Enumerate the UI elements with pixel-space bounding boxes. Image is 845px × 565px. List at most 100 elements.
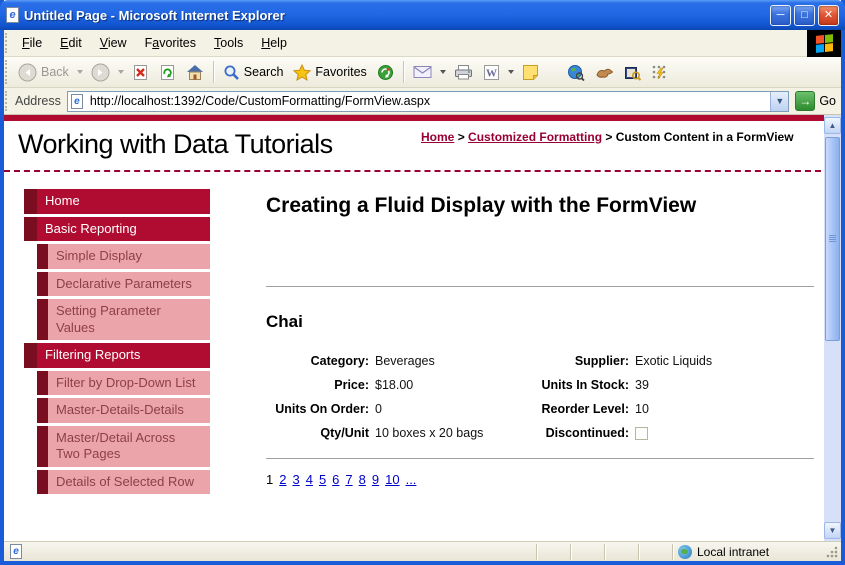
menu-item[interactable]: Edit — [51, 30, 91, 56]
sidebar-item-label: Setting Parameter Values — [48, 299, 210, 340]
menu-item[interactable]: View — [91, 30, 136, 56]
back-button[interactable]: Back — [13, 61, 74, 84]
minimize-button[interactable]: ─ — [770, 5, 791, 26]
history-button[interactable] — [372, 62, 399, 83]
forward-button[interactable] — [86, 61, 115, 84]
research-button[interactable] — [619, 62, 646, 83]
edit-with-word-button[interactable]: W — [478, 62, 505, 83]
sidebar-item[interactable]: Details of Selected Row — [37, 470, 210, 495]
pager-page-link[interactable]: 3 — [292, 472, 299, 487]
sidebar-item[interactable]: Filtering Reports — [24, 343, 210, 368]
address-input-box[interactable]: e ▼ — [67, 91, 789, 112]
scrollbar-grip-icon — [829, 235, 836, 243]
menu-item[interactable]: File — [13, 30, 51, 56]
status-message-area: e — [7, 544, 536, 559]
sidebar-item-label: Filter by Drop-Down List — [48, 371, 210, 396]
sidebar-item[interactable]: Setting Parameter Values — [37, 299, 210, 340]
print-button[interactable] — [449, 62, 478, 82]
title-bar[interactable]: e Untitled Page - Microsoft Internet Exp… — [0, 0, 845, 30]
pager-page-link[interactable]: 5 — [319, 472, 326, 487]
minimize-icon: ─ — [777, 10, 785, 21]
toolbar-grip[interactable] — [5, 33, 12, 53]
back-dropdown-icon[interactable] — [77, 70, 83, 74]
window-title: Untitled Page - Microsoft Internet Explo… — [24, 8, 767, 23]
pager-page-link[interactable]: ... — [406, 472, 417, 487]
stop-icon — [132, 64, 149, 81]
edit-dropdown-icon[interactable] — [508, 70, 514, 74]
field-label: Units In Stock: — [524, 378, 629, 392]
address-dropdown-button[interactable]: ▼ — [770, 92, 788, 111]
pager: 1 2 3 4 5 6 7 8 — [266, 472, 814, 487]
sidebar-item[interactable]: Filter by Drop-Down List — [37, 371, 210, 396]
maximize-button[interactable]: □ — [794, 5, 815, 26]
ie-logo-icon: e — [6, 7, 19, 23]
pager-page-link[interactable]: 6 — [332, 472, 339, 487]
sidebar-item[interactable]: Master/Detail Across Two Pages — [37, 426, 210, 467]
back-arrow-circle-icon — [18, 63, 37, 82]
sidebar-nav: Home Basic Reporting Simple Display — [24, 189, 210, 497]
close-button[interactable]: ✕ — [818, 5, 839, 26]
sidebar-item[interactable]: Declarative Parameters — [37, 272, 210, 297]
pager-page-link[interactable]: 9 — [372, 472, 379, 487]
home-button[interactable] — [181, 62, 209, 83]
pager-page-link[interactable]: 7 — [345, 472, 352, 487]
scroll-up-button[interactable]: ▲ — [824, 117, 841, 134]
status-cell — [536, 544, 570, 560]
field-value: Exotic Liquids — [629, 354, 814, 368]
vertical-scrollbar[interactable]: ▲ ▼ — [824, 115, 841, 541]
field-value-text: 39 — [635, 378, 649, 392]
field-value: 10 boxes x 20 bags — [369, 426, 524, 440]
forward-arrow-circle-icon — [91, 63, 110, 82]
field-value: 39 — [629, 378, 814, 392]
toolbar-grip[interactable] — [5, 60, 12, 84]
scroll-down-button[interactable]: ▼ — [824, 522, 841, 539]
favorites-label: Favorites — [315, 65, 366, 79]
sidebar-item[interactable]: Simple Display — [37, 244, 210, 269]
menu-item[interactable]: Favorites — [136, 30, 205, 56]
scrollbar-thumb[interactable] — [825, 137, 840, 341]
sidebar-item[interactable]: Master-Details-Details — [37, 398, 210, 423]
back-label: Back — [41, 65, 69, 79]
pager-page-link[interactable]: 8 — [359, 472, 366, 487]
breadcrumb-link-customized-formatting[interactable]: Customized Formatting — [468, 130, 602, 144]
sidebar-item[interactable]: Basic Reporting — [24, 217, 210, 242]
product-detail-row: Category: Beverages Supplier: Exotic Liq… — [266, 349, 814, 373]
sidebar-item-accent — [37, 299, 48, 340]
mail-button[interactable] — [408, 63, 437, 81]
sidebar-item[interactable]: Home — [24, 189, 210, 214]
favorites-button[interactable]: Favorites — [288, 62, 371, 83]
forward-dropdown-icon[interactable] — [118, 70, 124, 74]
refresh-button[interactable] — [154, 62, 181, 83]
zone-label: Local intranet — [697, 545, 769, 559]
toolbar-grip[interactable] — [5, 91, 12, 111]
sidebar-item-label: Home — [37, 189, 210, 214]
resize-grip[interactable] — [826, 546, 838, 558]
stop-button[interactable] — [127, 62, 154, 83]
search-button[interactable]: Search — [218, 62, 289, 83]
field-label: Price: — [266, 378, 369, 392]
go-button[interactable]: → Go — [795, 91, 836, 111]
pager-page-link[interactable]: 2 — [279, 472, 286, 487]
chevron-down-icon: ▼ — [775, 96, 784, 106]
toolbar-separator — [403, 61, 404, 83]
field-value: $18.00 — [369, 378, 524, 392]
menu-item[interactable]: Help — [252, 30, 296, 56]
web-search-button[interactable] — [562, 62, 590, 83]
sidebar-item-label: Simple Display — [48, 244, 210, 269]
sidebar-item-accent — [24, 217, 37, 242]
pager-page-link[interactable]: 4 — [306, 472, 313, 487]
pager-page-link[interactable]: 10 — [385, 472, 399, 487]
divider — [266, 286, 814, 287]
mail-dropdown-icon[interactable] — [440, 70, 446, 74]
pet-shortcut-button[interactable] — [590, 63, 619, 82]
menu-item[interactable]: Tools — [205, 30, 252, 56]
sidebar-item-label: Declarative Parameters — [48, 272, 210, 297]
breadcrumb-link-home[interactable]: Home — [421, 130, 454, 144]
discuss-button[interactable] — [517, 62, 544, 83]
discontinued-checkbox[interactable] — [635, 427, 648, 440]
messenger-button[interactable] — [646, 62, 673, 83]
sidebar-item-label: Master-Details-Details — [48, 398, 210, 423]
maximize-icon: □ — [801, 10, 808, 21]
address-input[interactable] — [88, 93, 770, 109]
status-cell — [638, 544, 672, 560]
